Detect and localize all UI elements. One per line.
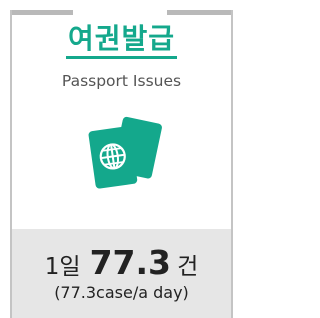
card-header: 여권발급 Passport Issues xyxy=(12,22,231,91)
rate-english: (77.3case/a day) xyxy=(54,283,189,302)
daily-stats: 1일 77.3 건 (77.3case/a day) xyxy=(12,229,231,318)
daily-rate: 1일 77.3 건 xyxy=(12,245,231,281)
rate-suffix: 건 xyxy=(177,254,199,280)
passport-issues-card: 여권발급 Passport Issues 1일 77.3 건 (77.3case… xyxy=(0,0,242,318)
rate-value: 77.3 xyxy=(89,243,172,282)
rate-prefix: 1일 xyxy=(44,254,81,280)
top-accent-bar-right xyxy=(167,10,233,15)
passport-icon xyxy=(86,116,166,192)
card-border-right xyxy=(231,10,233,318)
card-title: 여권발급 xyxy=(65,22,178,59)
top-accent-bar-left xyxy=(10,10,73,15)
card-subtitle: Passport Issues xyxy=(61,72,182,90)
